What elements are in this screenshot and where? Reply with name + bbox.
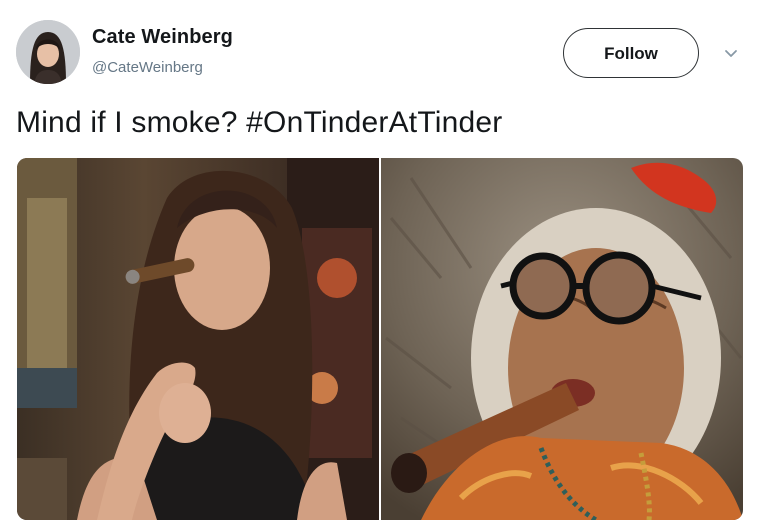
avatar[interactable]	[16, 20, 80, 84]
author-name[interactable]: Cate Weinberg	[92, 26, 233, 49]
chevron-down-icon[interactable]	[722, 44, 740, 62]
tweet-card: Cate Weinberg @CateWeinberg Follow Mind …	[0, 0, 760, 532]
tweet-photo-right[interactable]	[381, 158, 743, 520]
author-handle[interactable]: @CateWeinberg	[92, 59, 203, 76]
follow-button[interactable]: Follow	[563, 28, 699, 78]
tweet-text: Mind if I smoke? #OnTinderAtTinder	[16, 106, 503, 139]
tweet-photo-left[interactable]	[17, 158, 379, 520]
